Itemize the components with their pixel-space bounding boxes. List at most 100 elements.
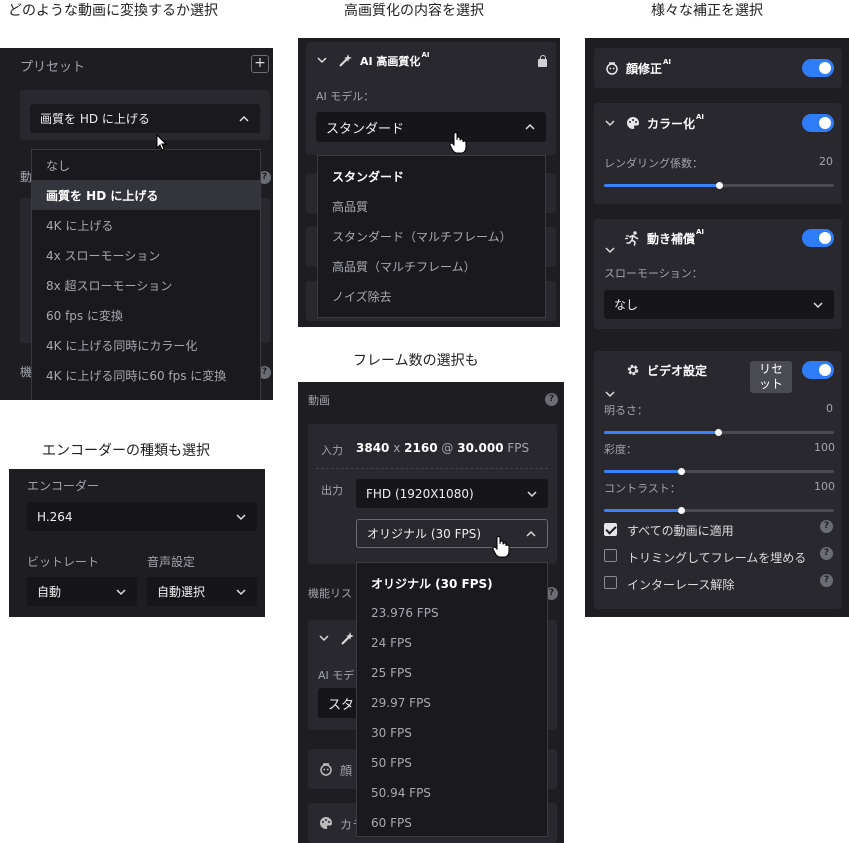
ai-model-dropdown-menu: スタンダード 高品質 スタンダード（マルチフレーム） 高品質（マルチフレーム） … xyxy=(317,155,546,318)
caption-encoder: エンコーダーの種類も選択 xyxy=(42,443,210,459)
output-resolution-value: FHD (1920X1080) xyxy=(366,486,474,501)
ai-model-option-selected[interactable]: スタンダード xyxy=(318,161,545,191)
help-icon[interactable]: ? xyxy=(545,393,558,406)
preset-option[interactable]: 4K に上げる同時にカラー化 xyxy=(32,330,260,360)
help-icon[interactable]: ? xyxy=(820,574,833,587)
output-fps-select[interactable]: オリジナル (30 FPS) xyxy=(356,519,548,548)
brightness-label: 明るさ： xyxy=(604,404,648,417)
enhance-title: AI 高画質化AI xyxy=(360,51,430,68)
fps-option-selected[interactable]: オリジナル (30 FPS) xyxy=(357,568,547,598)
motion-toggle[interactable] xyxy=(802,229,834,247)
cursor-arrow-icon xyxy=(156,134,168,151)
chevron-down-icon xyxy=(115,586,127,598)
ai-model-option[interactable]: ノイズ除去 xyxy=(318,281,545,311)
output-resolution-select[interactable]: FHD (1920X1080) xyxy=(356,479,548,508)
ai-model-label: AI モデル： xyxy=(316,90,375,103)
preset-select-value: 画質を HD に上げる xyxy=(40,112,150,126)
brightness-slider[interactable] xyxy=(604,429,834,436)
magic-wand-icon xyxy=(339,54,352,67)
slowmo-label: スローモーション： xyxy=(604,267,703,280)
preset-option[interactable]: 60 fps に変換 xyxy=(32,300,260,330)
deinterlace-checkbox[interactable] xyxy=(604,576,617,589)
cursor-hand-icon xyxy=(449,132,467,154)
bitrate-value: 自動 xyxy=(37,585,62,599)
preset-option[interactable]: 4x スローモーション xyxy=(32,240,260,270)
slider-fill xyxy=(604,470,681,473)
output-fps-value: オリジナル (30 FPS) xyxy=(367,527,482,541)
encoder-panel: エンコーダー H.264 ビットレート 音声設定 自動 自動選択 xyxy=(9,469,265,617)
preset-option[interactable]: なし xyxy=(32,150,260,180)
fps-option[interactable]: 50.94 FPS xyxy=(357,778,547,808)
reset-button[interactable]: リセット xyxy=(750,361,792,393)
saturation-slider[interactable] xyxy=(604,468,834,475)
trim-fill-checkbox[interactable] xyxy=(604,549,617,562)
ai-model-select[interactable]: スタンダード xyxy=(316,112,546,142)
caption-enhance-type: 高画質化の内容を選択 xyxy=(344,3,484,19)
contrast-label: コントラスト： xyxy=(604,482,681,495)
cursor-hand-icon xyxy=(492,536,510,558)
fps-option[interactable]: 50 FPS xyxy=(357,748,547,778)
preset-select[interactable]: 画質を HD に上げる xyxy=(30,104,260,133)
encoder-select[interactable]: H.264 xyxy=(27,502,257,531)
face-title: 顔修正AI xyxy=(626,58,672,76)
trim-fill-label: トリミングしてフレームを埋める xyxy=(627,551,807,565)
corrections-panel: 顔修正AI カラー化AI レンダリング係数： 20 動き補償AI スローモーショ… xyxy=(585,38,849,617)
lock-icon xyxy=(538,55,547,67)
enhance-panel: AI 高画質化AI AI モデル： スタンダード スタンダード 高品質 スタンダ… xyxy=(298,38,560,327)
ai-model-option[interactable]: 高品質（マルチフレーム） xyxy=(318,251,545,281)
preset-title: プリセット xyxy=(20,60,86,75)
fps-option[interactable]: 25 FPS xyxy=(357,658,547,688)
fps-option[interactable]: 23.976 FPS xyxy=(357,598,547,628)
render-slider[interactable] xyxy=(604,182,834,189)
preset-option[interactable]: 8x 超スローモーション xyxy=(32,270,260,300)
ai-model-label-partial: AI モデ xyxy=(318,669,355,682)
chevron-up-icon xyxy=(524,121,536,133)
palette-icon xyxy=(627,116,640,129)
help-icon[interactable]: ? xyxy=(820,520,833,533)
saturation-label: 彩度： xyxy=(604,443,637,456)
slowmo-select[interactable]: なし xyxy=(604,290,834,319)
apply-all-checkbox[interactable] xyxy=(604,523,617,536)
slider-knob[interactable] xyxy=(716,182,723,189)
input-label: 入力 xyxy=(321,444,343,457)
magic-wand-icon xyxy=(341,632,354,645)
preset-option[interactable]: 4K に上げる同時に60 fps に変換 xyxy=(32,360,260,390)
slider-knob[interactable] xyxy=(715,429,722,436)
face-icon xyxy=(606,62,618,75)
audio-select[interactable]: 自動選択 xyxy=(147,577,257,606)
encoder-value: H.264 xyxy=(37,509,73,524)
colorize-toggle[interactable] xyxy=(802,114,834,132)
slider-fill xyxy=(604,431,718,434)
fps-option[interactable]: 29.97 FPS xyxy=(357,688,547,718)
preset-option[interactable]: 4K に上げる xyxy=(32,210,260,240)
feature-list-label: 機能リス xyxy=(308,587,352,600)
caption-framerate: フレーム数の選択も xyxy=(353,353,479,369)
preset-dropdown-menu: なし 画質を HD に上げる 4K に上げる 4x スローモーション 8x 超ス… xyxy=(31,149,261,400)
caption-corrections: 様々な補正を選択 xyxy=(651,3,763,19)
divider xyxy=(316,468,548,469)
contrast-slider[interactable] xyxy=(604,507,834,514)
add-preset-button[interactable]: + xyxy=(251,55,269,73)
ai-model-option[interactable]: 高品質 xyxy=(318,191,545,221)
deinterlace-label: インターレース解除 xyxy=(627,578,735,592)
face-toggle[interactable] xyxy=(802,59,834,77)
preset-option-selected[interactable]: 画質を HD に上げる xyxy=(32,180,260,210)
audio-label: 音声設定 xyxy=(147,555,196,569)
ai-model-value: スタンダード xyxy=(326,121,405,137)
help-icon[interactable]: ? xyxy=(820,547,833,560)
ai-model-option[interactable]: スタンダード（マルチフレーム） xyxy=(318,221,545,251)
video-settings-toggle[interactable] xyxy=(802,361,834,379)
fps-option[interactable]: 60 FPS xyxy=(357,808,547,838)
video-settings-title: ビデオ設定 xyxy=(647,364,708,378)
output-label: 出力 xyxy=(321,484,343,497)
caption-convert-type: どのような動画に変換するか選択 xyxy=(8,3,218,19)
chevron-up-icon xyxy=(525,528,537,540)
bitrate-select[interactable]: 自動 xyxy=(27,577,137,606)
slider-fill xyxy=(604,184,719,187)
chevron-down-icon[interactable] xyxy=(604,388,849,400)
slider-knob[interactable] xyxy=(678,468,685,475)
slider-knob[interactable] xyxy=(678,507,685,514)
fps-option[interactable]: 30 FPS xyxy=(357,718,547,748)
input-spec: 3840 x 2160 @ 30.000 FPS xyxy=(356,441,530,455)
fps-option[interactable]: 24 FPS xyxy=(357,628,547,658)
